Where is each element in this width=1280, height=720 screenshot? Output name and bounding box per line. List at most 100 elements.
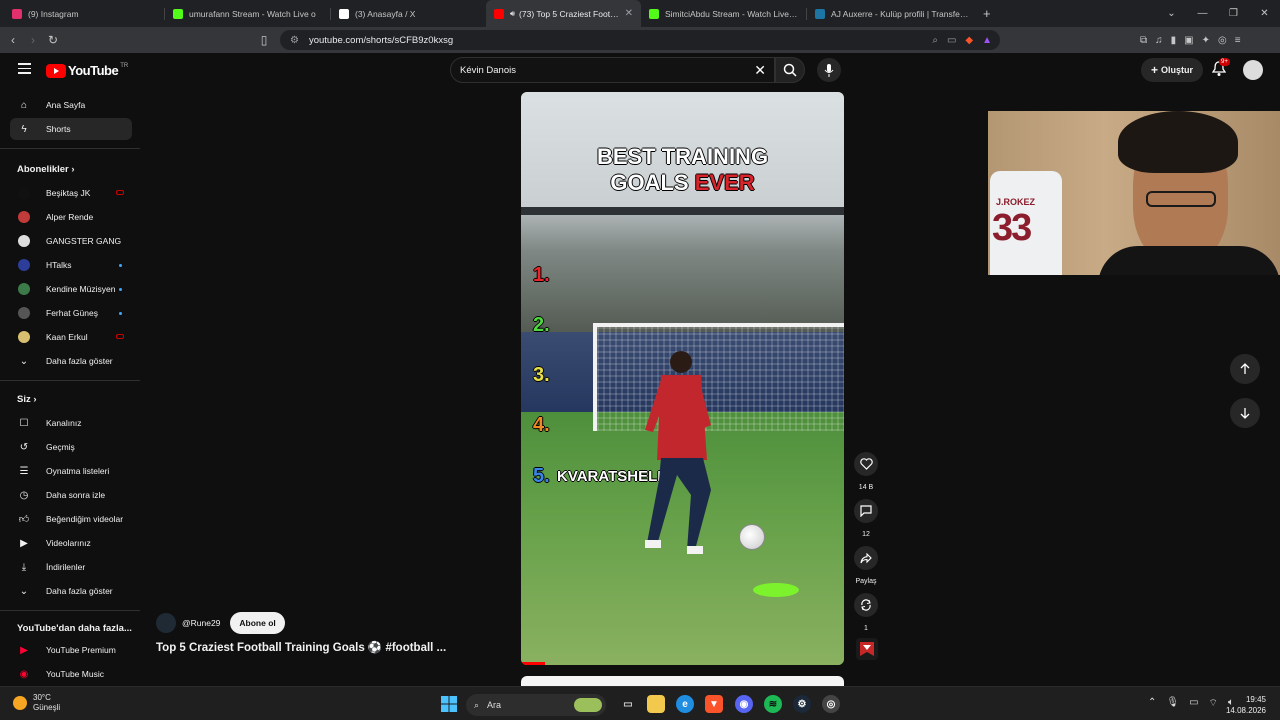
browser-tab[interactable]: SimitciAbdu Stream - Watch Live on — [641, 0, 806, 27]
display-icon[interactable]: ▭ — [1189, 697, 1198, 710]
notification-badge: 9+ — [1219, 58, 1230, 66]
steam-icon[interactable]: ⚙ — [793, 695, 811, 713]
youtube-logo[interactable]: YouTube TR — [46, 63, 128, 78]
previous-short-button[interactable] — [1230, 354, 1260, 384]
search-input[interactable]: Kévin Danois ✕ — [450, 57, 775, 83]
clock[interactable]: 19:45 14.08.2026 — [1226, 694, 1266, 716]
guide-menu-button[interactable] — [18, 63, 31, 77]
spotify-icon[interactable]: ≋ — [764, 695, 782, 713]
microphone-tray-icon[interactable]: 🎙︎ — [1166, 697, 1179, 710]
subscription-item[interactable]: Alper Rende — [10, 206, 132, 228]
next-short-button[interactable] — [1230, 398, 1260, 428]
url-text: youtube.com/shorts/sCFB9z0kxsg — [308, 34, 454, 46]
like-button[interactable]: 14 B — [852, 452, 880, 491]
you-heading[interactable]: Siz › — [17, 394, 37, 405]
sidebar-item-shorts[interactable]: ϟ Shorts — [10, 118, 132, 140]
browser-tab[interactable]: umurafann Stream - Watch Live o — [165, 0, 330, 27]
extensions-icon[interactable]: ⧉ — [1140, 35, 1147, 46]
tab-search-icon[interactable]: ⌄ — [1156, 8, 1187, 19]
channel-handle[interactable]: @Rune29 — [182, 618, 220, 628]
short-title[interactable]: Top 5 Craziest Football Training Goals ⚽… — [156, 640, 446, 654]
search-button[interactable] — [775, 57, 805, 83]
browser-tab[interactable]: 🔊︎ (73) Top 5 Craziest Football Tr ✕ — [486, 0, 641, 27]
sidebar-item-you[interactable]: ▶ Videolarınız — [10, 532, 132, 554]
maximize-button[interactable]: ❐ — [1218, 8, 1249, 19]
subscription-item[interactable]: Kendine Müzisyen — [10, 278, 132, 300]
cast-icon[interactable]: ▭ — [947, 35, 956, 46]
bookmark-icon[interactable]: ▯ — [254, 33, 274, 47]
media-icon[interactable]: ♫ — [1155, 35, 1163, 46]
create-button[interactable]: + Oluştur — [1141, 58, 1203, 82]
sidebar-item-more[interactable]: ▶ YouTube Premium — [10, 639, 132, 661]
channel-thumbnail[interactable] — [856, 638, 878, 660]
sidebar-item-you[interactable]: ☐ Kanalınız — [10, 412, 132, 434]
voice-search-button[interactable] — [817, 58, 841, 82]
show-more-you[interactable]: ⌄ Daha fazla göster — [10, 580, 132, 602]
sidebar-icon[interactable]: ▮ — [1171, 35, 1177, 46]
url-field[interactable]: ⚙ youtube.com/shorts/sCFB9z0kxsg ⌕ ▭ ◆ ▲ — [280, 30, 1000, 50]
brave-shield-icon[interactable]: ◆ — [965, 35, 973, 46]
sidebar-item-you[interactable]: ☰ Oynatma listeleri — [10, 460, 132, 482]
history-icon: ↺ — [19, 441, 29, 453]
subscription-item[interactable]: Beşiktaş JK — [10, 182, 132, 204]
zoom-icon[interactable]: ⌕ — [932, 35, 938, 46]
subscribe-button[interactable]: Abone ol — [230, 612, 285, 634]
sidebar-item-more[interactable]: ◉ YouTube Music — [10, 663, 132, 685]
taskbar-search[interactable]: ⌕ Ara — [466, 694, 606, 716]
leo-ai-icon[interactable]: ✦ — [1202, 35, 1210, 46]
task-view-icon[interactable]: ▭ — [619, 695, 637, 713]
browser-tab[interactable]: (3) Anasayfa / X — [331, 0, 486, 27]
edge-icon[interactable]: e — [676, 695, 694, 713]
browser-tab[interactable]: (9) Instagram — [4, 0, 164, 27]
close-tab-icon[interactable]: ✕ — [625, 8, 633, 19]
network-icon[interactable]: ⌔ — [1209, 697, 1218, 710]
minimize-button[interactable]: — — [1187, 8, 1218, 19]
remix-count: 1 — [864, 625, 868, 632]
brave-rewards-icon[interactable]: ▲ — [982, 35, 992, 46]
share-button[interactable]: Paylaş — [852, 546, 880, 585]
back-button[interactable]: ‹ — [3, 33, 23, 47]
start-button[interactable] — [440, 695, 458, 713]
remix-button[interactable]: 1 — [852, 593, 880, 632]
subscription-item[interactable]: HTalks — [10, 254, 132, 276]
tray-overflow-icon[interactable]: ⌃ — [1148, 697, 1156, 710]
tab-audio-icon[interactable]: 🔊︎ — [510, 9, 515, 19]
forward-button[interactable]: › — [23, 33, 43, 47]
new-tab-button[interactable]: + — [983, 6, 991, 21]
more-from-youtube-heading[interactable]: YouTube'dan daha fazla... — [17, 623, 132, 634]
sidebar-item-you[interactable]: ⤓ İndirilenler — [10, 556, 132, 578]
sidebar-item-you[interactable]: ◷ Daha sonra izle — [10, 484, 132, 506]
channel-avatar[interactable] — [156, 613, 176, 633]
subscription-item[interactable]: Ferhat Güneş — [10, 302, 132, 324]
weather-widget[interactable]: 30°C Güneşli — [13, 693, 60, 713]
obs-icon[interactable]: ◎ — [822, 695, 840, 713]
show-more-subscriptions[interactable]: ⌄ Daha fazla göster — [10, 350, 132, 372]
wallet-icon[interactable]: ▣ — [1184, 35, 1193, 46]
browser-tab[interactable]: AJ Auxerre - Kulüp profili | Transferm — [807, 0, 977, 27]
site-info-icon[interactable]: ⚙ — [290, 35, 299, 46]
subscriptions-heading[interactable]: Abonelikler › — [17, 164, 75, 175]
more-from-youtube-heading-label: YouTube'dan daha fazla... — [17, 623, 132, 634]
close-window-button[interactable]: ✕ — [1249, 8, 1280, 19]
video-progress-bar[interactable] — [521, 662, 545, 665]
discord-icon[interactable]: ◉ — [735, 695, 753, 713]
menu-icon[interactable]: ≡ — [1235, 35, 1241, 46]
reload-button[interactable]: ↻ — [43, 33, 63, 47]
subscription-item[interactable]: Kaan Erkul — [10, 326, 132, 348]
sidebar-item-label: GANGSTER GANG — [46, 236, 122, 246]
subscription-item[interactable]: GANGSTER GANG — [10, 230, 132, 252]
comments-button[interactable]: 12 — [852, 499, 880, 538]
clear-search-icon[interactable]: ✕ — [754, 62, 766, 79]
shorts-icon: ϟ — [21, 123, 27, 135]
brave-icon[interactable]: ▼ — [705, 695, 723, 713]
kick-icon — [649, 8, 659, 19]
short-video-player[interactable]: BEST TRAINING GOALS EVER 1. 2. 3. 4. 5. KVAR… — [521, 92, 844, 665]
next-short-preview[interactable] — [521, 676, 844, 686]
file-explorer-icon[interactable] — [647, 695, 665, 713]
sidebar-item-you[interactable]: ↺ Geçmiş — [10, 436, 132, 458]
vpn-icon[interactable]: ◎ — [1218, 35, 1227, 46]
sidebar-item-home[interactable]: ⌂ Ana Sayfa — [10, 94, 132, 116]
heart-icon — [859, 458, 873, 470]
sidebar-item-you[interactable]: 👍︎ Beğendiğim videolar — [10, 508, 132, 530]
account-avatar[interactable] — [1243, 60, 1263, 80]
